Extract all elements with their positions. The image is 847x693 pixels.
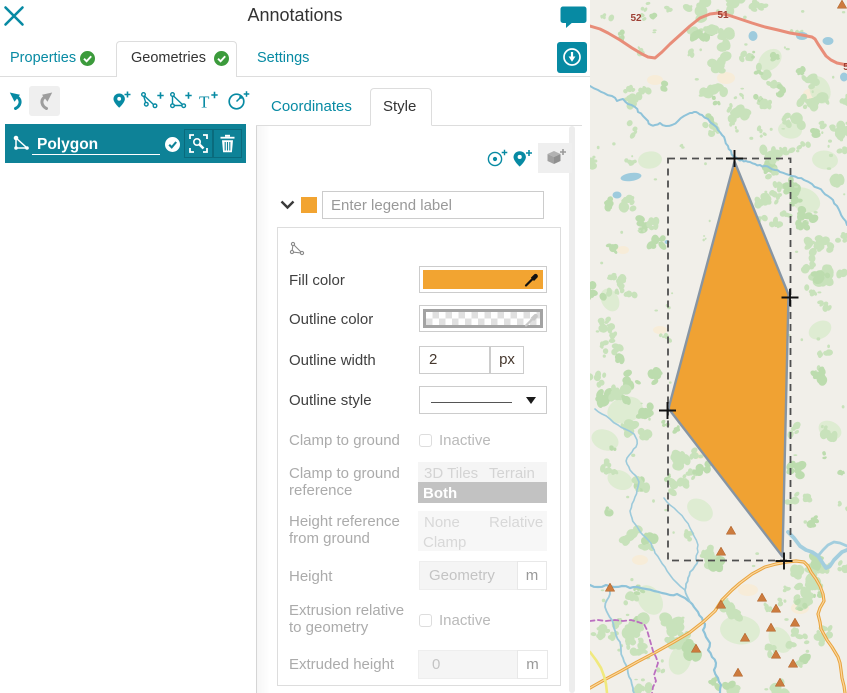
svg-text:5: 5 [843,62,847,73]
svg-text:51: 51 [717,10,729,21]
svg-text:52: 52 [630,13,642,24]
svg-text:T: T [199,93,210,111]
